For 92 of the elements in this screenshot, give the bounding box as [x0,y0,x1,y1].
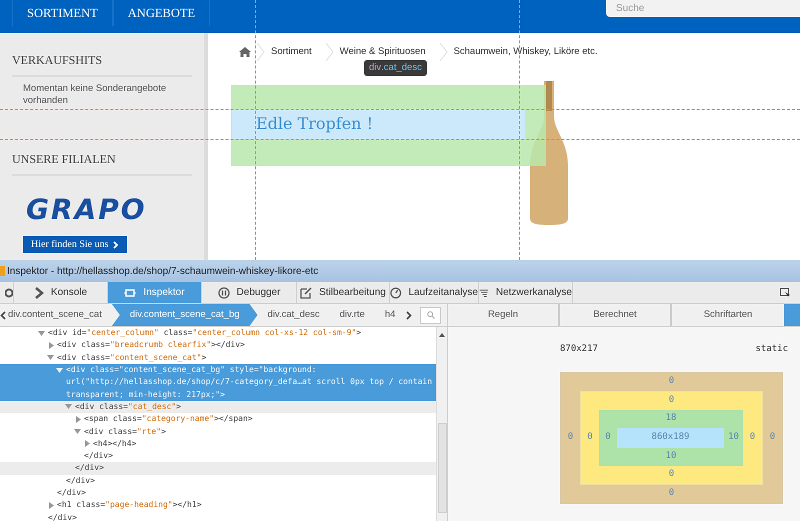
window-title: Inspektor - http://hellasshop.de/shop/7-schaumwein-whiskey-likore-etc [7,264,318,278]
element-size: 870x217 [560,343,598,356]
margin-value: 0 [668,486,674,500]
markup-row[interactable]: <div id="center_column" class="center_column col-xs-12 col-sm-9"> [0,327,436,340]
code-line: <span class="category-name"></span> [84,413,253,426]
code-line: <h4></h4> [93,438,136,450]
breadcrumb-link[interactable]: Schaumwein, Whiskey, Liköre etc. [454,44,598,60]
code-line: </div> [66,474,95,487]
code-line: <h1 class="page-heading"></h1> [57,499,202,512]
padding-value: 10 [666,450,676,463]
margin-value: 0 [566,430,574,444]
scrollbar-thumb[interactable] [438,423,446,513]
code-line: <div class="rte"> [84,426,166,438]
logo: GRAPO [26,196,148,224]
padding-value: 18 [666,412,676,425]
toolbar-tab[interactable]: Netzwerkanalyse [479,282,573,303]
breadcrumb-link[interactable]: Weine & Spirituosen [340,44,426,60]
collapse-arrow-icon[interactable] [85,440,90,448]
collapse-arrow-icon[interactable] [49,342,54,349]
code-line: </div> [84,450,113,462]
code-line: <div class="breadcrumb clearfix"></div> [57,339,245,352]
node-breadcrumb[interactable]: div.cat_desc [258,304,330,326]
content-box: 860x189 [617,428,724,448]
pause-icon [218,286,230,298]
breadcrumb-separator-icon [326,43,334,61]
code-line: transparent; min-height: 217px;"> [66,388,225,401]
chevron-right-icon [112,240,118,248]
scroll-left-icon[interactable] [0,310,6,320]
border-value: 0 [668,394,674,407]
expand-arrow-icon[interactable] [74,429,81,434]
expand-arrow-icon[interactable] [65,404,72,410]
scrollbar[interactable] [436,327,447,521]
home-icon[interactable] [239,47,251,57]
padding-value: 0 [604,430,612,444]
position-value: static [755,343,788,356]
chevron-icon [34,286,44,298]
app-icon [0,266,5,276]
code-line: <div class="cat_desc"> [75,400,181,413]
breadcrumb-link[interactable]: Sortiment [271,44,312,60]
margin-value: 0 [668,374,674,388]
border-value: 0 [586,430,594,444]
border-value: 0 [668,468,674,481]
node-breadcrumb[interactable]: h4 [374,304,406,326]
code-line: </div> [57,487,86,499]
markup-row[interactable]: <span class="category-name"></span> [0,413,436,426]
search-icon [426,311,434,319]
gauge-icon [390,286,402,298]
breadcrumb-separator-icon [440,43,448,61]
markup-row[interactable]: <div class="cat_desc"> [0,400,436,414]
sidebar-tab[interactable]: Berechnet [560,304,672,326]
code-line: <div id="center_column" class="center_column col-xs-12 col-sm-9"> [48,327,362,340]
pick-element-icon[interactable] [780,288,790,298]
expand-arrow-icon[interactable] [38,330,45,336]
box-icon [124,288,136,298]
section-title: UNSERE FILIALEN [12,150,192,176]
markup-search-button[interactable] [420,306,441,324]
sidebar-text: Momentan keine Sonderangebote vorhanden [22,82,168,107]
scroll-up-icon[interactable] [439,333,445,337]
find-us-button[interactable]: Hier finden Sie uns [23,236,126,253]
sidebar-tab[interactable]: Regeln [448,304,560,326]
markup-row[interactable]: <div class="rte"> [0,425,436,438]
markup-row[interactable]: <div class="content_scene_cat"> [0,352,436,364]
sidebar-tab[interactable]: Schriftarten [672,304,784,326]
breadcrumb-separator-icon [257,43,265,61]
code-line: <div class="content_scene_cat_bg" style="background: [66,364,316,376]
toolbar-tab[interactable]: Laufzeitanalyse [390,282,479,303]
category-heading: Edle Tropfen ! [256,113,373,135]
markup-row[interactable]: <div class="breadcrumb clearfix"></div> [0,339,436,352]
section-title: VERKAUFSHITS [12,51,192,77]
collapse-arrow-icon[interactable] [76,416,81,423]
search-field[interactable]: Suche [606,0,800,17]
node-breadcrumb[interactable]: div.rte [330,304,375,326]
nav-link[interactable]: ANGEBOTE [112,0,210,26]
edit-icon [300,286,312,298]
border-value: 0 [748,430,756,444]
code-line: <div class="content_scene_cat"> [57,352,206,364]
settings-icon[interactable] [5,286,13,298]
node-breadcrumb[interactable]: div.content_scene_cat [6,304,112,326]
code-line: </div> [48,512,77,521]
padding-value: 10 [727,430,740,444]
toolbar-tab[interactable]: Stilbearbeitung [297,282,390,303]
node-tooltip: div.cat_desc [364,60,427,76]
collapse-arrow-icon[interactable] [49,502,54,509]
margin-value: 0 [768,430,776,444]
code-line: </div> [75,462,104,474]
markup-row[interactable]: <h1 class="page-heading"></h1> [0,499,436,512]
toolbar-tab[interactable]: Debugger [202,282,297,303]
scroll-right-icon[interactable] [406,310,412,320]
network-icon [479,286,489,298]
nav-link[interactable]: SORTIMENT [12,0,113,26]
markup-row[interactable]: <h4></h4> [0,438,436,450]
code-line: url("http://hellasshop.de/shop/c/7-category_defa…at scroll 0px top / contain [66,376,432,388]
